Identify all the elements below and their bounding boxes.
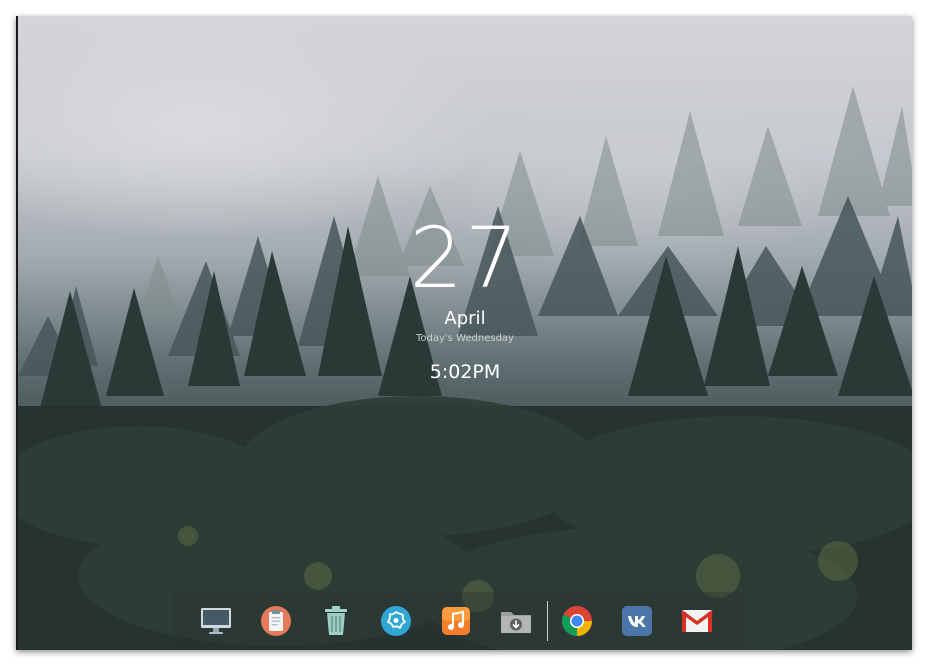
monitor-icon[interactable]	[199, 604, 233, 638]
gmail-icon[interactable]	[680, 604, 714, 638]
month-label: April	[444, 308, 486, 329]
chrome-icon[interactable]	[560, 604, 594, 638]
dock	[173, 592, 743, 650]
download-folder-icon[interactable]	[499, 604, 533, 638]
weekday-label: Today's Wednesday	[416, 333, 514, 344]
music-icon[interactable]	[439, 604, 473, 638]
time-label: 5:02PM	[429, 361, 501, 383]
date-time-widget: 27 April Today's Wednesday 5:02PM	[18, 212, 912, 384]
desktop-screen: 27 April Today's Wednesday 5:02PM	[16, 16, 912, 650]
day-number: 27	[409, 209, 521, 307]
vk-icon[interactable]	[620, 604, 654, 638]
clipboard-icon[interactable]	[259, 604, 293, 638]
settings-flower-icon[interactable]	[379, 604, 413, 638]
dock-separator	[547, 601, 548, 641]
trash-icon[interactable]	[319, 604, 353, 638]
